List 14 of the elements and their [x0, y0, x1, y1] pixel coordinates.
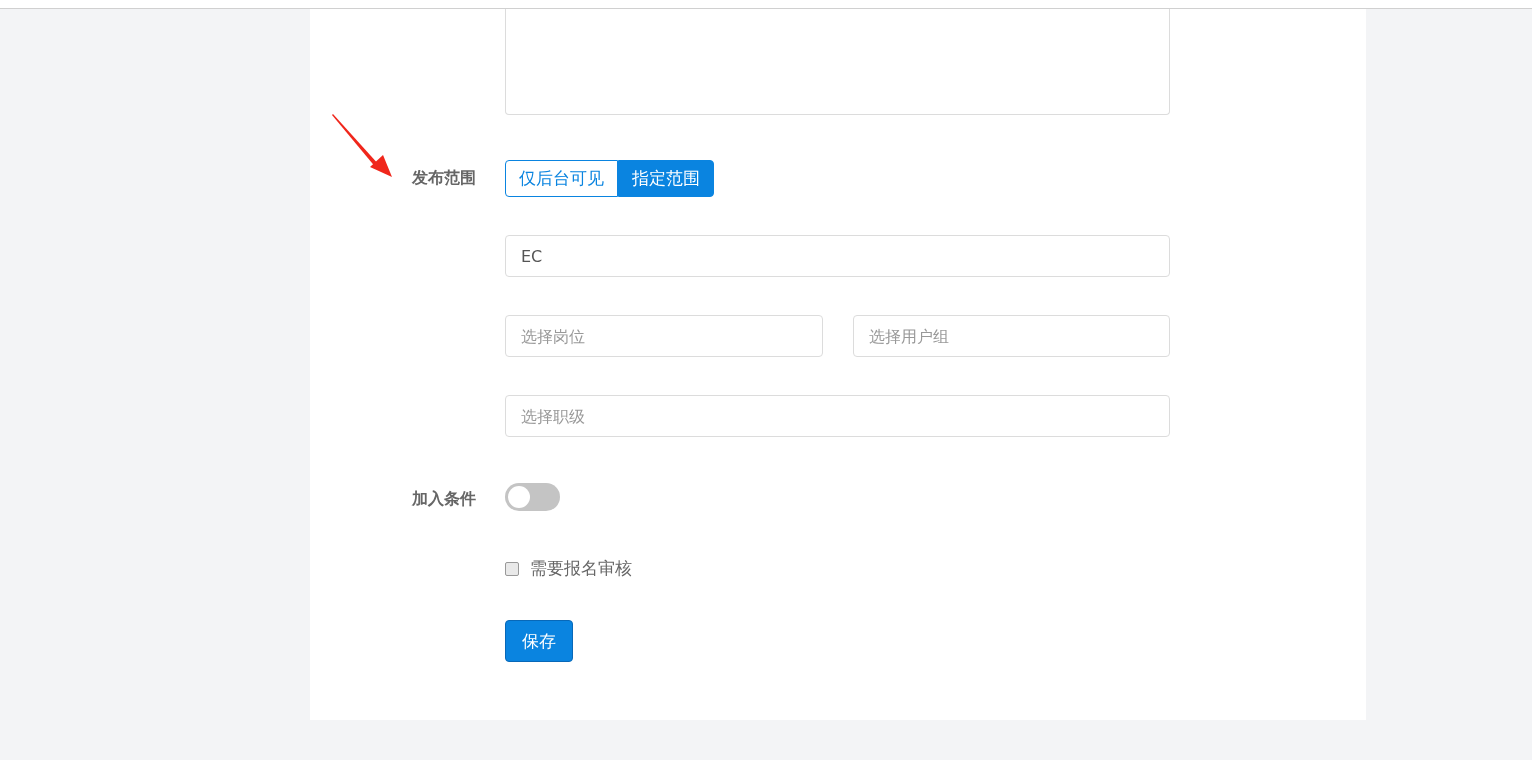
checkbox-label: 需要报名审核: [530, 557, 632, 580]
field-label: 发布范围: [412, 168, 476, 189]
checkbox[interactable]: [505, 561, 519, 576]
text-area[interactable]: [505, 9, 1170, 115]
position-select[interactable]: 选择岗位: [505, 315, 823, 357]
segment-tab[interactable]: 指定范围: [618, 160, 714, 197]
arrow-annotation: [332, 114, 392, 177]
field-label: 加入条件: [412, 488, 476, 510]
department-field[interactable]: EC: [505, 235, 1170, 277]
toggle-switch[interactable]: [505, 483, 560, 511]
rank-select[interactable]: 选择职级: [505, 395, 1170, 437]
save-button[interactable]: 保存: [505, 620, 573, 662]
segment-tab[interactable]: 仅后台可见: [505, 160, 618, 197]
user-group-select[interactable]: 选择用户组: [852, 315, 1170, 357]
